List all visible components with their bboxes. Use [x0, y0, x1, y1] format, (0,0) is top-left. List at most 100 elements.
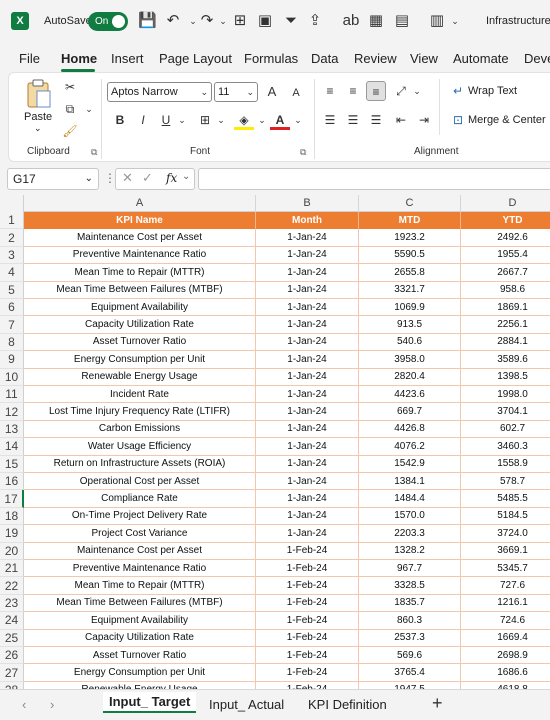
- cell-mtd[interactable]: 4426.8: [359, 420, 461, 439]
- sheet-tab-kpi-definition[interactable]: KPI Definition: [308, 697, 387, 712]
- row-number[interactable]: 23: [0, 594, 24, 613]
- cell-kpi-name[interactable]: Compliance Rate: [24, 490, 256, 508]
- header-cell-month[interactable]: Month: [256, 212, 359, 230]
- cell-month[interactable]: 1-Jan-24: [256, 351, 359, 369]
- format-painter-icon[interactable]: 🖌: [60, 121, 80, 141]
- align-right-icon[interactable]: ☰: [366, 110, 386, 130]
- fill-color-dropdown-icon[interactable]: ⌄: [252, 110, 272, 130]
- cell-mtd[interactable]: 4423.6: [359, 386, 461, 404]
- cell-ytd[interactable]: 5184.5: [461, 508, 550, 526]
- cell-kpi-name[interactable]: Preventive Maintenance Ratio: [24, 560, 256, 578]
- row-number[interactable]: 20: [0, 542, 24, 560]
- row-number[interactable]: 3: [0, 246, 24, 265]
- cell-kpi-name[interactable]: Lost Time Injury Frequency Rate (LTIFR): [24, 403, 256, 421]
- cell-mtd[interactable]: 1069.9: [359, 299, 461, 317]
- cell-mtd[interactable]: 2820.4: [359, 368, 461, 386]
- cell-ytd[interactable]: 1955.4: [461, 247, 550, 265]
- tab-file[interactable]: File: [19, 51, 40, 66]
- cell-kpi-name[interactable]: Capacity Utilization Rate: [24, 316, 256, 334]
- cell-kpi-name[interactable]: Equipment Availability: [24, 612, 256, 630]
- cell-month[interactable]: 1-Jan-24: [256, 455, 359, 473]
- cell-kpi-name[interactable]: Incident Rate: [24, 386, 256, 404]
- borders-icon[interactable]: ⊞: [231, 12, 249, 30]
- cell-mtd[interactable]: 2655.8: [359, 264, 461, 282]
- copy-dropdown-icon[interactable]: ⌄: [79, 99, 99, 119]
- merge-center-button[interactable]: Merge & Center: [468, 114, 546, 126]
- cell-ytd[interactable]: 1398.5: [461, 369, 550, 386]
- scroll-tabs-left-icon[interactable]: ‹: [22, 697, 26, 712]
- cell-kpi-name[interactable]: Asset Turnover Ratio: [24, 647, 256, 665]
- cell-mtd[interactable]: 860.3: [359, 612, 461, 630]
- cell-ytd[interactable]: 2884.1: [461, 334, 550, 352]
- row-number[interactable]: 8: [0, 333, 24, 352]
- cell-kpi-name[interactable]: Mean Time to Repair (MTTR): [24, 264, 256, 282]
- paste-icon[interactable]: [26, 79, 52, 109]
- cell-ytd[interactable]: 1216.1: [461, 595, 550, 613]
- decrease-indent-icon[interactable]: ⇤: [391, 110, 411, 130]
- column-header-b[interactable]: B: [256, 195, 359, 212]
- cell-ytd[interactable]: 3460.3: [461, 438, 550, 456]
- font-launcher-icon[interactable]: ⧉: [300, 147, 306, 158]
- image-icon[interactable]: ▣: [256, 12, 274, 30]
- cell-mtd[interactable]: 540.6: [359, 333, 461, 352]
- borders-dropdown-icon[interactable]: ⌄: [211, 110, 231, 130]
- cell-ytd[interactable]: 958.6: [461, 282, 550, 299]
- cell-ytd[interactable]: 2667.7: [461, 264, 550, 282]
- cell-mtd[interactable]: 1328.2: [359, 542, 461, 560]
- cell-kpi-name[interactable]: Renewable Energy Usage: [24, 681, 256, 689]
- cell-ytd[interactable]: 1998.0: [461, 386, 550, 404]
- cell-ytd[interactable]: 3724.0: [461, 525, 550, 543]
- cell-ytd[interactable]: 3704.1: [461, 403, 550, 421]
- tab-review[interactable]: Review: [354, 51, 397, 66]
- cell-kpi-name[interactable]: Equipment Availability: [24, 299, 256, 317]
- cell-mtd[interactable]: 1835.7: [359, 594, 461, 613]
- cut-icon[interactable]: ✂: [60, 77, 80, 97]
- wrap-text-icon[interactable]: ↵: [448, 81, 468, 101]
- cell-mtd[interactable]: 3958.0: [359, 351, 461, 369]
- cell-mtd[interactable]: 1570.0: [359, 507, 461, 526]
- clipboard-launcher-icon[interactable]: ⧉: [91, 147, 97, 158]
- share-icon[interactable]: ⇪: [306, 12, 324, 30]
- cell-mtd[interactable]: 2203.3: [359, 525, 461, 543]
- header-cell-mtd[interactable]: MTD: [359, 212, 461, 230]
- cell-ytd[interactable]: 1558.9: [461, 456, 550, 473]
- cell-ytd[interactable]: 1869.1: [461, 299, 550, 317]
- cell-month[interactable]: 1-Jan-24: [256, 507, 359, 526]
- row-number[interactable]: 15: [0, 455, 24, 473]
- row-number[interactable]: 21: [0, 560, 24, 578]
- cell-kpi-name[interactable]: Mean Time to Repair (MTTR): [24, 577, 256, 595]
- cell-month[interactable]: 1-Jan-24: [256, 368, 359, 386]
- enter-icon[interactable]: ✓: [142, 170, 153, 186]
- row-number[interactable]: 2: [0, 229, 24, 247]
- tab-developer[interactable]: Deve: [524, 51, 550, 66]
- row-number[interactable]: 9: [0, 351, 24, 369]
- cell-mtd[interactable]: 569.6: [359, 647, 461, 665]
- cell-month[interactable]: 1-Feb-24: [256, 560, 359, 578]
- tab-home[interactable]: Home: [61, 51, 97, 66]
- formula-input[interactable]: [198, 168, 550, 190]
- cell-kpi-name[interactable]: Preventive Maintenance Ratio: [24, 246, 256, 265]
- row-number[interactable]: 5: [0, 281, 24, 299]
- redo-dropdown-icon[interactable]: ⌄: [214, 12, 232, 30]
- row-number[interactable]: 27: [0, 664, 24, 682]
- header-cell-kpi-name[interactable]: KPI Name: [24, 212, 256, 230]
- cancel-icon[interactable]: ✕: [122, 170, 133, 186]
- cell-ytd[interactable]: 3589.6: [461, 351, 550, 369]
- chevron-down-icon[interactable]: ⌄: [182, 171, 190, 182]
- select-all-corner[interactable]: [0, 195, 24, 212]
- cell-month[interactable]: 1-Jan-24: [256, 333, 359, 352]
- row-number[interactable]: 16: [0, 473, 24, 491]
- spelling-icon[interactable]: ab: [342, 12, 360, 30]
- underline-dropdown-icon[interactable]: ⌄: [172, 110, 192, 130]
- row-number[interactable]: 17: [0, 490, 24, 508]
- cell-mtd[interactable]: 1947.5: [359, 681, 461, 689]
- cell-kpi-name[interactable]: Energy Consumption per Unit: [24, 351, 256, 369]
- spreadsheet-grid[interactable]: A B C D 1 KPI Name Month MTD YTD 2 Maintenance…: [0, 195, 550, 689]
- row-number[interactable]: 11: [0, 386, 24, 404]
- cell-mtd[interactable]: 1384.1: [359, 473, 461, 491]
- cell-kpi-name[interactable]: Maintenance Cost per Asset: [24, 542, 256, 560]
- cell-kpi-name[interactable]: Mean Time Between Failures (MTBF): [24, 281, 256, 299]
- cell-kpi-name[interactable]: Mean Time Between Failures (MTBF): [24, 594, 256, 613]
- align-left-icon[interactable]: ☰: [320, 110, 340, 130]
- cell-ytd[interactable]: 727.6: [461, 577, 550, 595]
